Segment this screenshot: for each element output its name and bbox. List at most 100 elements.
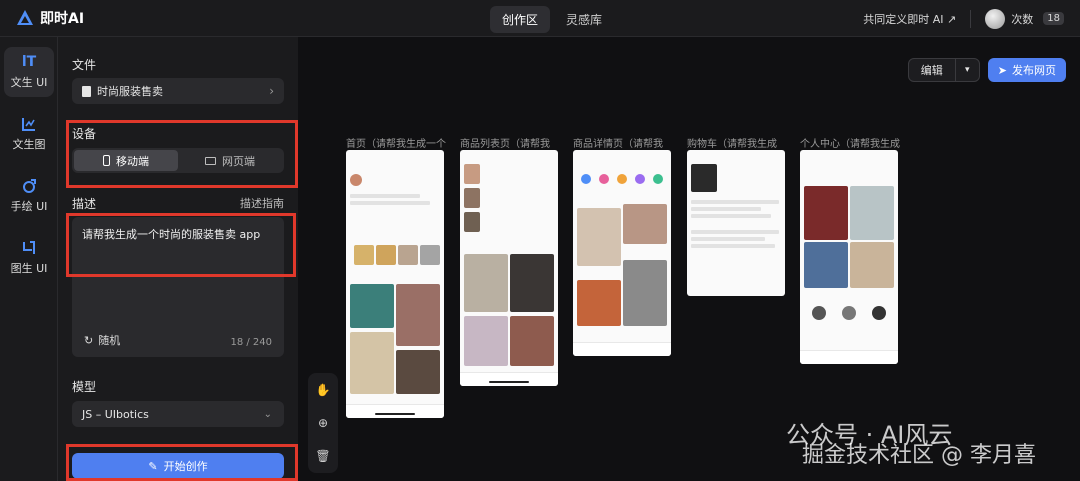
screen-title: 商品列表页（请帮我 — [460, 139, 550, 150]
product-image — [464, 254, 508, 312]
product-image — [850, 186, 894, 240]
main-nav: 创作区 灵感库 — [490, 6, 614, 33]
rail-item-text-to-ui[interactable]: lT 文生 UI — [4, 47, 54, 97]
rail-item-label: 文生 UI — [10, 76, 48, 89]
mode-rail: lT 文生 UI 文生图 手绘 UI 图生 UI — [0, 37, 58, 481]
tab-bar — [800, 350, 898, 364]
description-text: 请帮我生成一个时尚的服装售卖 app — [82, 228, 261, 241]
trash-icon[interactable]: 🗑 — [315, 449, 330, 463]
product-thumb — [464, 212, 480, 232]
chevron-down-icon[interactable]: ▾ — [954, 59, 979, 81]
file-label: 文件 — [72, 58, 97, 72]
avatar — [812, 306, 826, 320]
product-image — [396, 284, 440, 346]
device-mobile-label: 移动端 — [116, 154, 149, 168]
rail-item-label: 文生图 — [12, 138, 46, 151]
screen-profile[interactable] — [800, 150, 898, 364]
category-dot — [581, 174, 591, 184]
divider — [970, 9, 972, 28]
focus-icon[interactable]: ⊕ — [318, 416, 328, 430]
chevron-down-icon: ⌄ — [263, 408, 272, 420]
category-dot — [599, 174, 609, 184]
hand-icon[interactable]: ✋ — [316, 383, 331, 397]
product-thumb — [376, 245, 396, 265]
char-count: 18 / 240 — [230, 337, 272, 348]
product-thumb — [464, 188, 480, 208]
product-image — [623, 260, 667, 326]
home-indicator — [489, 381, 529, 383]
phone-icon — [103, 155, 110, 166]
user-menu[interactable]: 次数 18 — [985, 8, 1064, 29]
credits-badge: 18 — [1043, 12, 1064, 25]
status-bar — [573, 150, 671, 160]
product-image — [464, 316, 508, 366]
product-thumb — [354, 245, 374, 265]
product-thumb — [420, 245, 440, 265]
status-bar — [800, 150, 898, 160]
device-web-option[interactable]: 网页端 — [178, 150, 282, 171]
description-label: 描述 — [72, 197, 97, 211]
brand-logo-icon — [17, 10, 33, 25]
description-guide-link[interactable]: 描述指南 — [240, 195, 284, 211]
tab-bar — [573, 342, 671, 356]
status-bar — [460, 150, 558, 160]
app-root: 即时AI 创作区 灵感库 共同定义即时 AI ↗ 次数 18 lT 文生 UI … — [0, 0, 1080, 481]
product-image — [396, 350, 440, 394]
image-ui-icon — [23, 241, 35, 254]
model-select[interactable]: JS – UIbotics ⌄ — [72, 401, 284, 427]
device-mobile-option[interactable]: 移动端 — [74, 150, 178, 171]
canvas-actions: 编辑 ▾ ➤ 发布网页 — [907, 58, 1066, 82]
top-right: 共同定义即时 AI ↗ 次数 18 — [863, 0, 1064, 37]
product-image — [350, 332, 394, 394]
publish-button[interactable]: ➤ 发布网页 — [987, 58, 1066, 82]
random-button[interactable]: ↻ 随机 — [84, 332, 120, 348]
product-image — [623, 204, 667, 244]
placeholder-row — [691, 207, 761, 211]
product-image — [350, 284, 394, 328]
preview-canvas[interactable]: 编辑 ▾ ➤ 发布网页 首页（请帮我生成一个 商品列表页（请帮我 商品详情页（请… — [298, 37, 1080, 481]
placeholder-row — [691, 214, 771, 218]
rail-item-image-to-ui[interactable]: 图生 UI — [4, 233, 54, 283]
tab-bar — [460, 372, 558, 386]
file-selector[interactable]: 时尚服装售卖 › — [72, 78, 284, 104]
avatar — [872, 306, 886, 320]
screen-cart[interactable] — [687, 150, 785, 296]
start-create-button[interactable]: ✎ 开始创作 — [72, 453, 284, 479]
rail-item-label: 图生 UI — [10, 262, 48, 275]
product-thumb — [398, 245, 418, 265]
product-image — [577, 280, 621, 326]
rail-item-text-to-image[interactable]: 文生图 — [4, 109, 54, 159]
avatar[interactable] — [985, 8, 1006, 29]
start-create-label: 开始创作 — [163, 460, 208, 473]
screen-home[interactable] — [346, 150, 444, 418]
send-icon: ➤ — [997, 63, 1007, 77]
placeholder-row — [691, 244, 775, 248]
text-ui-icon: lT — [21, 54, 37, 70]
status-bar — [687, 150, 785, 160]
placeholder-row — [350, 194, 420, 198]
edit-button[interactable]: 编辑 ▾ — [907, 58, 980, 82]
screen-title: 首页（请帮我生成一个 — [346, 139, 446, 150]
rail-item-sketch-to-ui[interactable]: 手绘 UI — [4, 171, 54, 221]
tab-bar — [346, 404, 444, 418]
brand[interactable]: 即时AI — [16, 8, 84, 28]
define-ai-link[interactable]: 共同定义即时 AI ↗ — [863, 11, 956, 27]
status-bar — [346, 150, 444, 160]
category-dot — [635, 174, 645, 184]
screen-product-list[interactable] — [460, 150, 558, 386]
random-label: 随机 — [98, 334, 121, 347]
watermark-credit: 掘金技术社区 @ 李月喜 — [802, 443, 1036, 468]
tab-create[interactable]: 创作区 — [490, 6, 551, 33]
refresh-icon: ↻ — [84, 333, 94, 347]
product-image — [510, 316, 554, 366]
home-indicator — [375, 413, 415, 415]
magic-wand-icon: ✎ — [148, 459, 158, 473]
product-image — [510, 254, 554, 312]
model-label: 模型 — [72, 380, 97, 394]
sketch-icon — [23, 179, 36, 193]
screen-product-detail[interactable] — [573, 150, 671, 356]
file-name: 时尚服装售卖 — [97, 85, 163, 98]
product-thumb — [464, 164, 480, 184]
tab-inspiration[interactable]: 灵感库 — [554, 6, 614, 33]
description-textarea[interactable]: 请帮我生成一个时尚的服装售卖 app ↻ 随机 18 / 240 — [72, 217, 284, 357]
